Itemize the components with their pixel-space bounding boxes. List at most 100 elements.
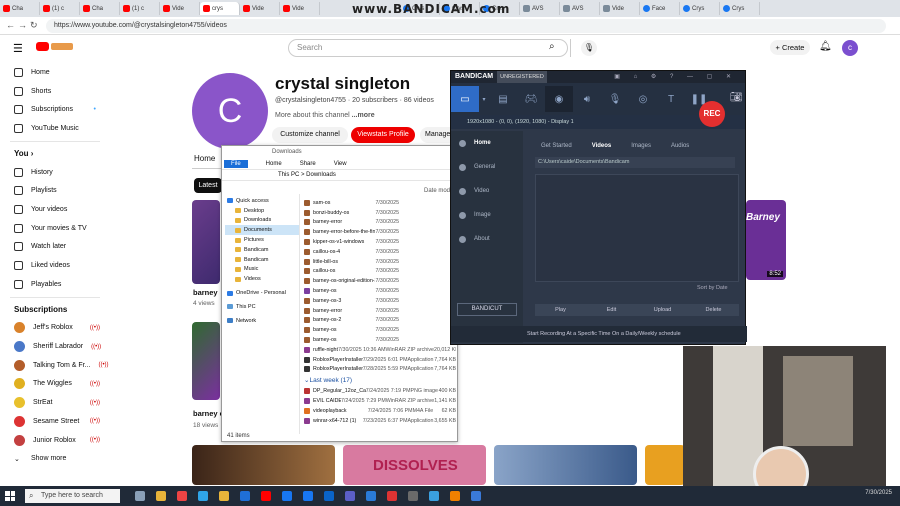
facebook-icon[interactable] xyxy=(282,491,292,501)
date-modified-header[interactable]: Date mod xyxy=(424,188,450,194)
more-link[interactable]: ...more xyxy=(352,112,375,119)
show-more-button[interactable]: ⌄ Show more xyxy=(0,449,110,468)
chevron-down-icon[interactable]: ▾ xyxy=(479,86,489,112)
nav-item[interactable]: Downloads xyxy=(225,216,299,226)
browser-tab[interactable]: Vide xyxy=(160,2,200,15)
bandicam-nav-item[interactable]: General xyxy=(451,155,523,179)
browser-tab[interactable]: Vide xyxy=(240,2,280,15)
app-icon[interactable] xyxy=(471,491,481,501)
browser-tab[interactable]: Face xyxy=(640,2,680,15)
chrome-icon[interactable] xyxy=(177,491,187,501)
teams-icon[interactable] xyxy=(345,491,355,501)
nav-item[interactable]: Desktop xyxy=(225,206,299,216)
file-row[interactable]: barney-os-3 7/30/2025 xyxy=(304,296,456,306)
file-row[interactable]: RobloxPlayerInstaller-TKKKTGMP377/28/202… xyxy=(304,365,456,375)
search-input[interactable]: Search xyxy=(288,39,568,57)
browser-tab[interactable]: AVS xyxy=(520,2,560,15)
file-row[interactable]: EVIL CAIDEN DANCE ON THE WATER PARK7/24/… xyxy=(304,396,456,406)
browser-tab[interactable]: Crys xyxy=(680,2,720,15)
delete-button[interactable]: Delete xyxy=(688,304,739,316)
video-thumbnail[interactable] xyxy=(192,445,335,485)
search-icon[interactable]: ⌕ xyxy=(549,41,555,52)
nav-item[interactable]: Videos xyxy=(225,274,299,284)
bandicam-nav-item[interactable]: Home xyxy=(451,131,523,155)
browser-tab[interactable]: (1) c xyxy=(120,2,160,15)
camera-icon[interactable]: 📷︎ xyxy=(730,92,743,103)
file-row[interactable]: barney-os-2 7/30/2025 xyxy=(304,316,456,326)
file-row[interactable]: winrar-x64-712 (1) 7/23/2025 6:37 PM Appli… xyxy=(304,416,456,426)
nav-item[interactable]: Bandicam xyxy=(225,255,299,265)
webcam-icon[interactable]: ◉ xyxy=(545,86,573,112)
video-thumbnail[interactable] xyxy=(192,200,220,284)
latest-chip[interactable]: Latest xyxy=(194,178,222,193)
video-thumbnail[interactable]: DISSOLVES xyxy=(343,445,486,485)
video-title[interactable]: barney xyxy=(193,288,218,297)
explorer-address-bar[interactable]: This PC > Downloads xyxy=(222,169,457,181)
bandicam-nav-item[interactable]: About xyxy=(451,227,523,251)
file-row[interactable]: barney-os 7/30/2025 xyxy=(304,325,456,335)
sidebar-item[interactable]: Shorts xyxy=(0,82,110,101)
browser-tab[interactable]: Cha xyxy=(80,2,120,15)
subscription-item[interactable]: Sesame Street ((•)) xyxy=(0,412,110,431)
edge-icon[interactable] xyxy=(198,491,208,501)
store-icon[interactable] xyxy=(240,491,250,501)
sidebar-item[interactable]: Liked videos xyxy=(0,256,110,275)
sidebar-item[interactable]: Watch later xyxy=(0,238,110,257)
game-mode-icon[interactable]: 🎮︎ xyxy=(517,86,545,112)
webcam-overlay-icon[interactable]: ◎ xyxy=(629,86,657,112)
bandicam-tab[interactable]: Videos xyxy=(582,141,622,151)
screen-mode-icon[interactable]: ▭ xyxy=(451,86,479,112)
browser-tab[interactable]: Vide xyxy=(600,2,640,15)
app-icon[interactable] xyxy=(408,491,418,501)
nav-item[interactable]: Bandicam xyxy=(225,245,299,255)
customize-channel-button[interactable]: Customize channel xyxy=(272,127,348,143)
file-row[interactable]: DP_Regular_12oz_Can_Wet7/24/2025 7:19 PM… xyxy=(304,386,456,396)
sidebar-item[interactable]: Home xyxy=(0,63,110,82)
manage-videos-button[interactable]: Manage xyxy=(420,127,454,143)
video-thumbnail[interactable] xyxy=(645,445,685,485)
sort-by-date[interactable]: Sort by Date xyxy=(697,285,728,291)
file-row[interactable]: bonzi-buddy-os 7/30/2025 xyxy=(304,208,456,218)
image-icon[interactable] xyxy=(429,491,439,501)
sidebar-item[interactable]: Your videos xyxy=(0,200,110,219)
video-thumbnail[interactable] xyxy=(494,445,637,485)
subscription-item[interactable]: Jeff's Roblox ((•)) xyxy=(0,319,110,338)
back-icon[interactable]: ← xyxy=(6,20,15,30)
bandicam-tab[interactable]: Audios xyxy=(661,141,699,151)
subscription-item[interactable]: Junior Roblox ((•)) xyxy=(0,431,110,450)
windows-start-icon[interactable] xyxy=(5,491,15,501)
subscription-item[interactable]: The Wiggles ((•)) xyxy=(0,375,110,394)
app-icon[interactable] xyxy=(366,491,376,501)
upload-button[interactable]: Upload xyxy=(637,304,688,316)
taskbar-search[interactable]: ⌕ Type here to search xyxy=(25,489,120,503)
bandicam-tab[interactable]: Get Started xyxy=(531,141,582,151)
sidebar-item[interactable]: YouTube Music xyxy=(0,119,110,138)
file-group-header[interactable]: ⌄ Last week (17) xyxy=(304,374,456,386)
file-row[interactable]: kipper-os-v1-windows 7/30/2025 xyxy=(304,237,456,247)
nav-item[interactable]: Network xyxy=(225,316,299,326)
viewstats-profile-button[interactable]: Viewstats Profile xyxy=(351,127,415,143)
ribbon-tab[interactable]: Home xyxy=(266,161,282,167)
bandicam-nav-item[interactable]: Video xyxy=(451,179,523,203)
text-icon[interactable]: T xyxy=(657,86,685,112)
forward-icon[interactable]: → xyxy=(18,20,27,30)
ribbon-tab[interactable]: View xyxy=(334,161,347,167)
file-row[interactable]: caillou-os-4 7/30/2025 xyxy=(304,247,456,257)
tab-home[interactable]: Home xyxy=(194,154,215,163)
youtube-logo[interactable] xyxy=(36,41,76,53)
bandicut-button[interactable]: BANDICUT xyxy=(457,303,517,316)
file-row[interactable]: ruffle-nightly-2025_07_30-windows-x86_64… xyxy=(304,345,456,355)
reload-icon[interactable]: ↻ xyxy=(30,20,38,31)
file-row[interactable]: sam-os 7/30/2025 xyxy=(304,198,456,208)
you-heading[interactable]: You › xyxy=(0,145,110,163)
subscription-item[interactable]: Talking Tom & Fr... ((•)) xyxy=(0,356,110,375)
sidebar-item[interactable]: Playlists xyxy=(0,181,110,200)
file-row[interactable]: barney-error 7/30/2025 xyxy=(304,306,456,316)
channel-description[interactable]: More about this channel ...more xyxy=(275,112,375,119)
microphone-icon[interactable]: 🎙 xyxy=(581,40,597,56)
bandicam-nav-item[interactable]: Image xyxy=(451,203,523,227)
record-button[interactable]: REC xyxy=(699,101,725,127)
vlc-icon[interactable] xyxy=(450,491,460,501)
speaker-icon[interactable]: 🔊︎ xyxy=(573,86,601,112)
output-folder-path[interactable]: C:\Users\caide\Documents\Bandicam xyxy=(535,157,735,168)
